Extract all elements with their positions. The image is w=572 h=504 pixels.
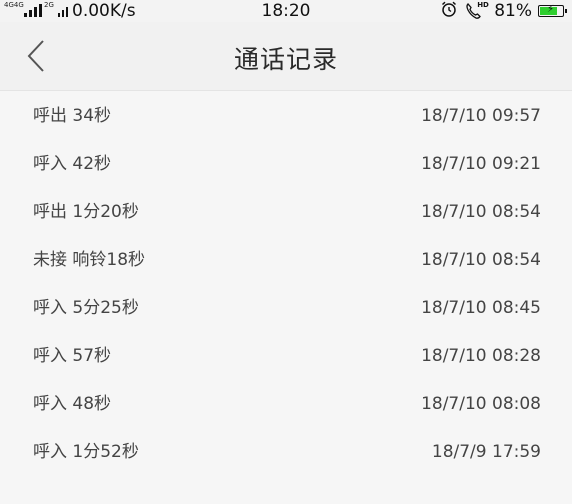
call-timestamp: 18/7/9 17:59 (431, 442, 541, 462)
call-timestamp: 18/7/10 09:57 (421, 106, 541, 126)
call-log-row[interactable]: 呼入 5分25秒 18/7/10 08:45 (0, 283, 572, 331)
call-timestamp: 18/7/10 09:21 (421, 154, 541, 174)
call-log-list: 呼出 34秒 18/7/10 09:57 呼入 42秒 18/7/10 09:21 呼出… (0, 91, 572, 475)
status-bar: 4G4G 2G 0.00K/s 18:20 HD 81% ⚡ (0, 0, 572, 22)
call-description: 呼出 34秒 (33, 106, 112, 126)
call-timestamp: 18/7/10 08:54 (421, 250, 541, 270)
alarm-clock-icon (440, 0, 458, 23)
page-title: 通话记录 (233, 45, 338, 74)
battery-icon: ⚡ (538, 4, 567, 17)
call-timestamp: 18/7/10 08:54 (421, 202, 541, 222)
hd-label: HD (477, 1, 489, 9)
call-log-row[interactable]: 呼入 48秒 18/7/10 08:08 (0, 379, 572, 427)
call-timestamp: 18/7/10 08:28 (421, 346, 541, 366)
header: 通话记录 (0, 22, 572, 91)
call-log-row[interactable]: 呼入 57秒 18/7/10 08:28 (0, 331, 572, 379)
call-log-row[interactable]: 呼出 1分20秒 18/7/10 08:54 (0, 187, 572, 235)
charging-bolt-icon: ⚡ (547, 4, 555, 15)
battery-percent: 81% (494, 1, 532, 21)
call-description: 未接 响铃18秒 (33, 250, 146, 270)
hd-call-icon: HD (464, 1, 489, 20)
call-description: 呼入 5分25秒 (33, 298, 139, 318)
call-timestamp: 18/7/10 08:45 (421, 298, 541, 318)
call-log-row[interactable]: 未接 响铃18秒 18/7/10 08:54 (0, 235, 572, 283)
call-description: 呼入 57秒 (33, 346, 112, 366)
status-indicators: HD 81% ⚡ (440, 0, 567, 23)
call-description: 呼入 48秒 (33, 394, 112, 414)
call-description: 呼入 1分52秒 (33, 442, 139, 462)
call-log-row[interactable]: 呼出 34秒 18/7/10 09:57 (0, 91, 572, 139)
call-description: 呼出 1分20秒 (33, 202, 139, 222)
call-description: 呼入 42秒 (33, 154, 112, 174)
call-log-row[interactable]: 呼入 1分52秒 18/7/9 17:59 (0, 427, 572, 475)
call-log-row[interactable]: 呼入 42秒 18/7/10 09:21 (0, 139, 572, 187)
call-timestamp: 18/7/10 08:08 (421, 394, 541, 414)
